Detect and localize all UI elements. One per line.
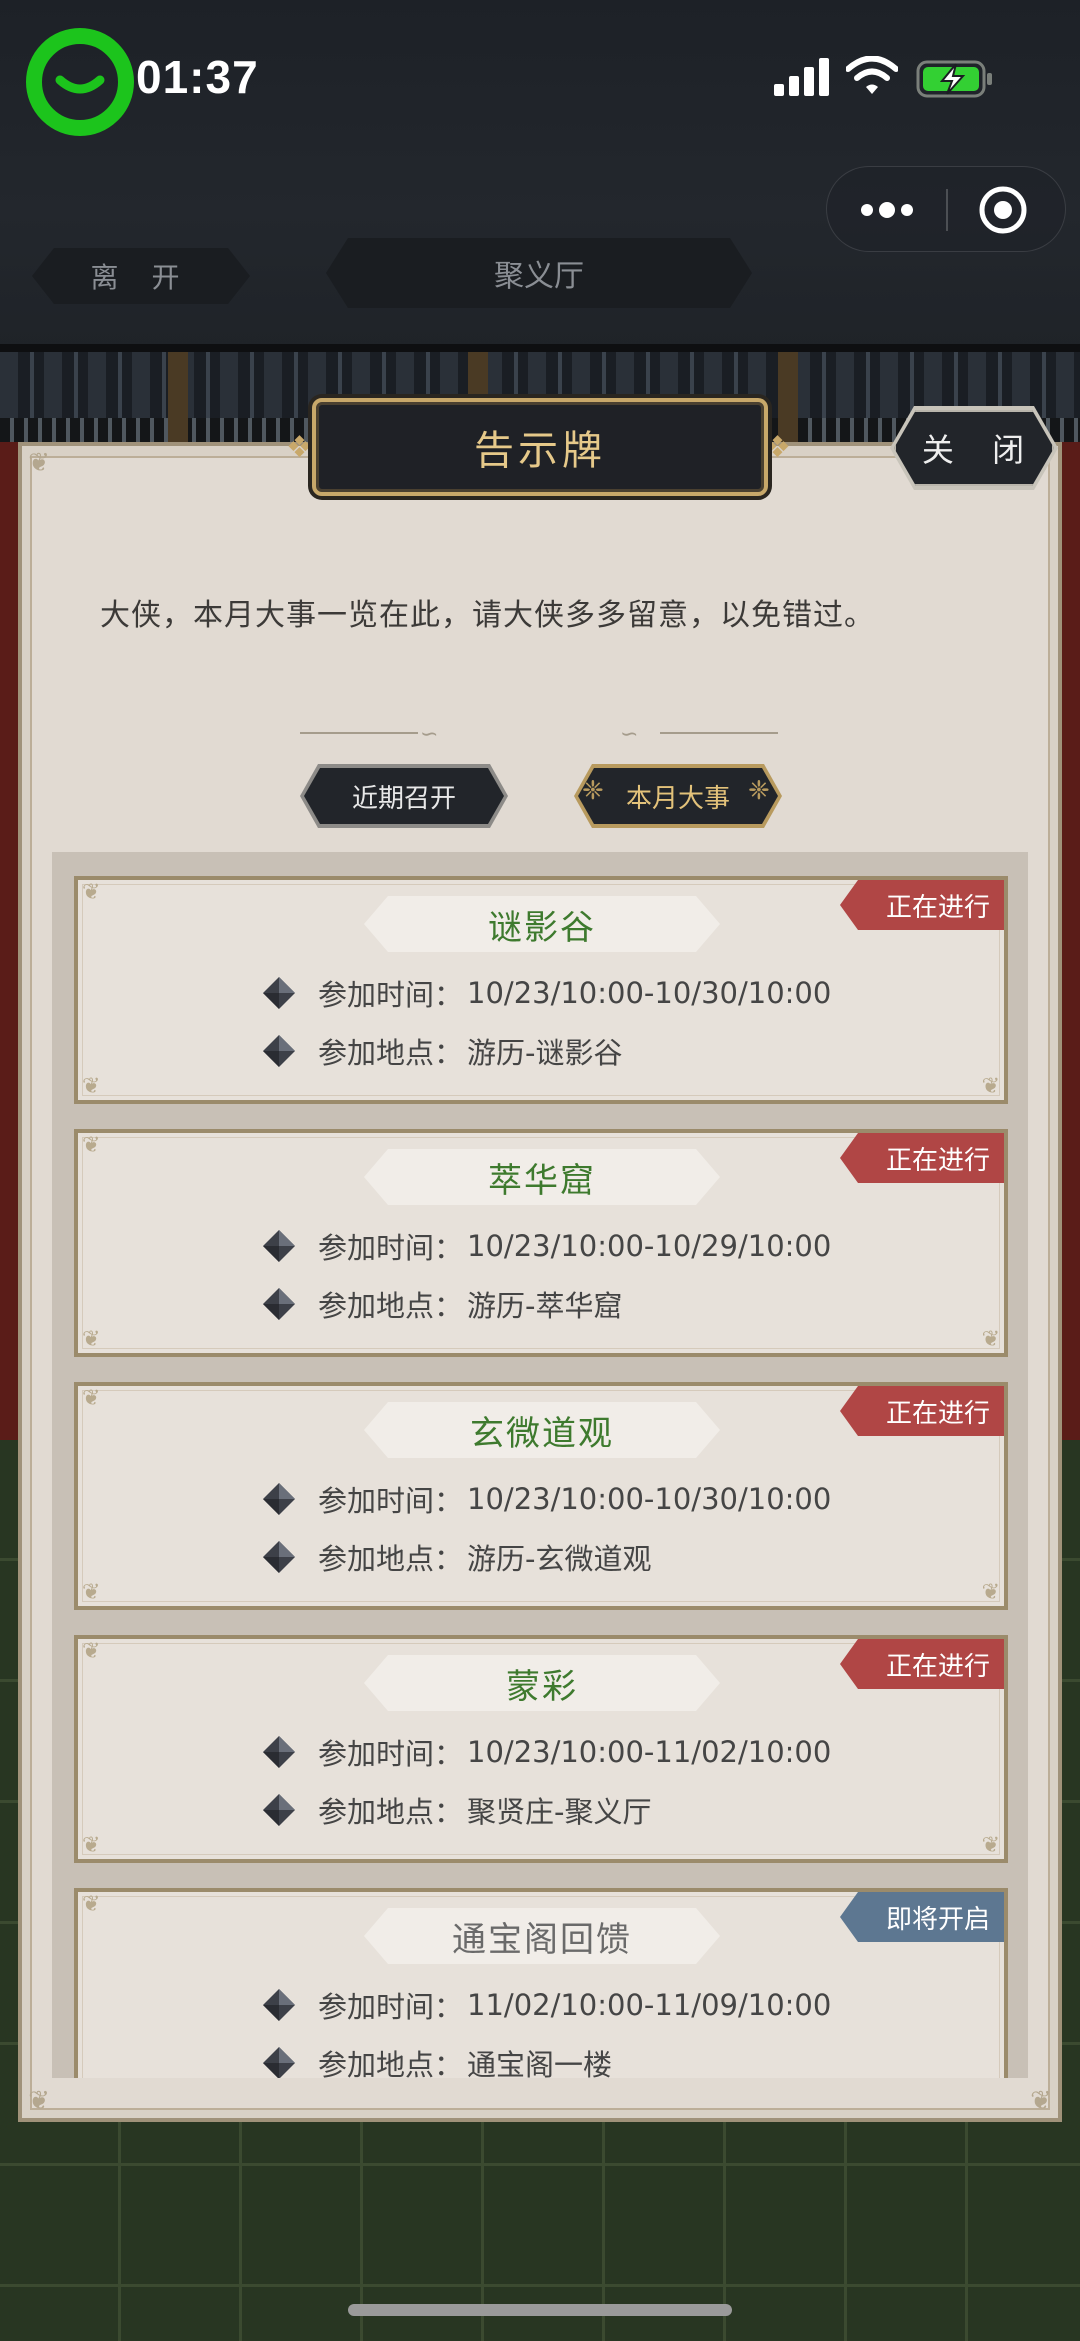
event-place-row: 参加地点： 游历-玄微道观 <box>262 1536 651 1578</box>
time-value: 10/23/10:00-10/30/10:00 <box>467 1482 832 1516</box>
place-label: 参加地点： <box>318 1795 464 1829</box>
time-label: 参加时间： <box>318 1990 464 2024</box>
status-badge: 正在进行 <box>840 1639 1004 1689</box>
card-corner-ornament: ❦ <box>82 1074 101 1099</box>
time-value: 10/23/10:00-10/30/10:00 <box>467 976 832 1010</box>
status-badge: 即将开启 <box>840 1892 1004 1942</box>
home-indicator[interactable] <box>348 2304 732 2316</box>
place-value: 通宝阁一楼 <box>467 2048 613 2078</box>
card-corner-ornament: ❦ <box>981 1580 1000 1605</box>
event-name: 萃华窟 <box>364 1149 720 1205</box>
close-button[interactable]: 关 闭 <box>894 410 1054 486</box>
time-label: 参加时间： <box>318 1737 464 1771</box>
event-name: 蒙彩 <box>364 1655 720 1711</box>
corner-ornament: ❦ <box>28 448 50 478</box>
card-corner-ornament: ❦ <box>82 1833 101 1858</box>
diamond-bullet-icon <box>263 977 295 1009</box>
tab-selected-ornament: ❈ <box>582 776 604 806</box>
battery-charging-icon <box>916 60 992 98</box>
event-time-row: 参加时间： 10/23/10:00-10/29/10:00 <box>262 1225 831 1267</box>
intro-text: 大侠，本月大事一览在此，请大侠多多留意，以免错过。 <box>100 598 875 633</box>
divider-ornament: ∽ <box>620 722 639 747</box>
diamond-bullet-icon <box>263 1541 295 1573</box>
plate-knot-ornament: ❖ <box>764 430 791 465</box>
event-name: 谜影谷 <box>364 896 720 952</box>
event-card[interactable]: ❦ 通宝阁回馈 即将开启 参加时间： 11/02/10:00-11/09/10:… <box>74 1888 1008 2078</box>
diamond-bullet-icon <box>263 1035 295 1067</box>
time-value: 10/23/10:00-11/02/10:00 <box>467 1735 832 1769</box>
place-label: 参加地点： <box>318 1289 464 1323</box>
event-time-row: 参加时间： 10/23/10:00-10/30/10:00 <box>262 972 831 1014</box>
divider-ornament: ∽ <box>420 722 439 747</box>
card-corner-ornament: ❦ <box>82 1327 101 1352</box>
diamond-bullet-icon <box>263 1483 295 1515</box>
corner-ornament: ❦ <box>28 2086 50 2116</box>
card-corner-ornament: ❦ <box>82 1639 101 1664</box>
divider-line <box>660 732 778 734</box>
divider-line <box>300 732 418 734</box>
card-corner-ornament: ❦ <box>82 1133 101 1158</box>
event-place-row: 参加地点： 游历-谜影谷 <box>262 1030 622 1072</box>
signal-bars-icon <box>774 58 829 96</box>
event-card[interactable]: ❦ ❦ ❦ 玄微道观 正在进行 参加时间： 10/23/10:00-10/30/… <box>74 1382 1008 1610</box>
chat-bubble-ring-icon <box>26 28 134 136</box>
tab-selected-ornament: ❈ <box>748 776 770 806</box>
time-value: 10/23/10:00-10/29/10:00 <box>467 1229 832 1263</box>
place-value: 游历-玄微道观 <box>467 1542 652 1576</box>
event-place-row: 参加地点： 聚贤庄-聚义厅 <box>262 1789 651 1831</box>
diamond-bullet-icon <box>263 2047 295 2078</box>
more-dots-icon[interactable] <box>859 194 915 226</box>
place-label: 参加地点： <box>318 1036 464 1070</box>
diamond-bullet-icon <box>263 1736 295 1768</box>
time-label: 参加时间： <box>318 1231 464 1265</box>
diamond-bullet-icon <box>263 1230 295 1262</box>
place-value: 聚贤庄-聚义厅 <box>467 1795 652 1829</box>
card-corner-ornament: ❦ <box>981 1833 1000 1858</box>
leave-button[interactable]: 离 开 <box>32 248 250 304</box>
card-corner-ornament: ❦ <box>981 1327 1000 1352</box>
card-corner-ornament: ❦ <box>82 1386 101 1411</box>
status-badge: 正在进行 <box>840 1386 1004 1436</box>
card-corner-ornament: ❦ <box>82 880 101 905</box>
event-name: 通宝阁回馈 <box>364 1908 720 1964</box>
event-place-row: 参加地点： 通宝阁一楼 <box>262 2042 612 2078</box>
card-corner-ornament: ❦ <box>82 1892 101 1917</box>
card-corner-ornament: ❦ <box>981 1074 1000 1099</box>
panel-title: 告示牌 <box>312 398 768 496</box>
tab-recent[interactable]: 近期召开 <box>304 768 504 824</box>
miniprogram-capsule <box>826 166 1066 252</box>
event-time-row: 参加时间： 10/23/10:00-10/30/10:00 <box>262 1478 831 1520</box>
time-value: 11/02/10:00-11/09/10:00 <box>467 1988 832 2022</box>
status-time: 01:37 <box>136 51 259 103</box>
time-label: 参加时间： <box>318 1484 464 1518</box>
wifi-icon <box>846 56 898 94</box>
status-badge: 正在进行 <box>840 1133 1004 1183</box>
status-badge: 正在进行 <box>840 880 1004 930</box>
place-value: 游历-萃华窟 <box>467 1289 623 1323</box>
roof-beam <box>168 352 188 442</box>
diamond-bullet-icon <box>263 1288 295 1320</box>
event-name: 玄微道观 <box>364 1402 720 1458</box>
capsule-separator <box>946 189 948 231</box>
place-value: 游历-谜影谷 <box>467 1036 623 1070</box>
event-time-row: 参加时间： 10/23/10:00-11/02/10:00 <box>262 1731 831 1773</box>
diamond-bullet-icon <box>263 1989 295 2021</box>
event-card[interactable]: ❦ ❦ ❦ 萃华窟 正在进行 参加时间： 10/23/10:00-10/29/1… <box>74 1129 1008 1357</box>
target-circle-icon[interactable] <box>977 184 1029 236</box>
event-list[interactable]: ❦ ❦ ❦ 谜影谷 正在进行 参加时间： 10/23/10:00-10/30/1… <box>52 852 1028 2078</box>
event-place-row: 参加地点： 游历-萃华窟 <box>262 1283 622 1325</box>
place-label: 参加地点： <box>318 1542 464 1576</box>
diamond-bullet-icon <box>263 1794 295 1826</box>
hall-title-button: 聚义厅 <box>326 238 752 308</box>
corner-ornament: ❦ <box>1030 2086 1052 2116</box>
roof-beam <box>778 352 798 442</box>
place-label: 参加地点： <box>318 2048 464 2078</box>
plate-knot-ornament: ❖ <box>286 430 313 465</box>
card-corner-ornament: ❦ <box>82 1580 101 1605</box>
time-label: 参加时间： <box>318 978 464 1012</box>
event-time-row: 参加时间： 11/02/10:00-11/09/10:00 <box>262 1984 831 2026</box>
event-card[interactable]: ❦ ❦ ❦ 蒙彩 正在进行 参加时间： 10/23/10:00-11/02/10… <box>74 1635 1008 1863</box>
event-card[interactable]: ❦ ❦ ❦ 谜影谷 正在进行 参加时间： 10/23/10:00-10/30/1… <box>74 876 1008 1104</box>
